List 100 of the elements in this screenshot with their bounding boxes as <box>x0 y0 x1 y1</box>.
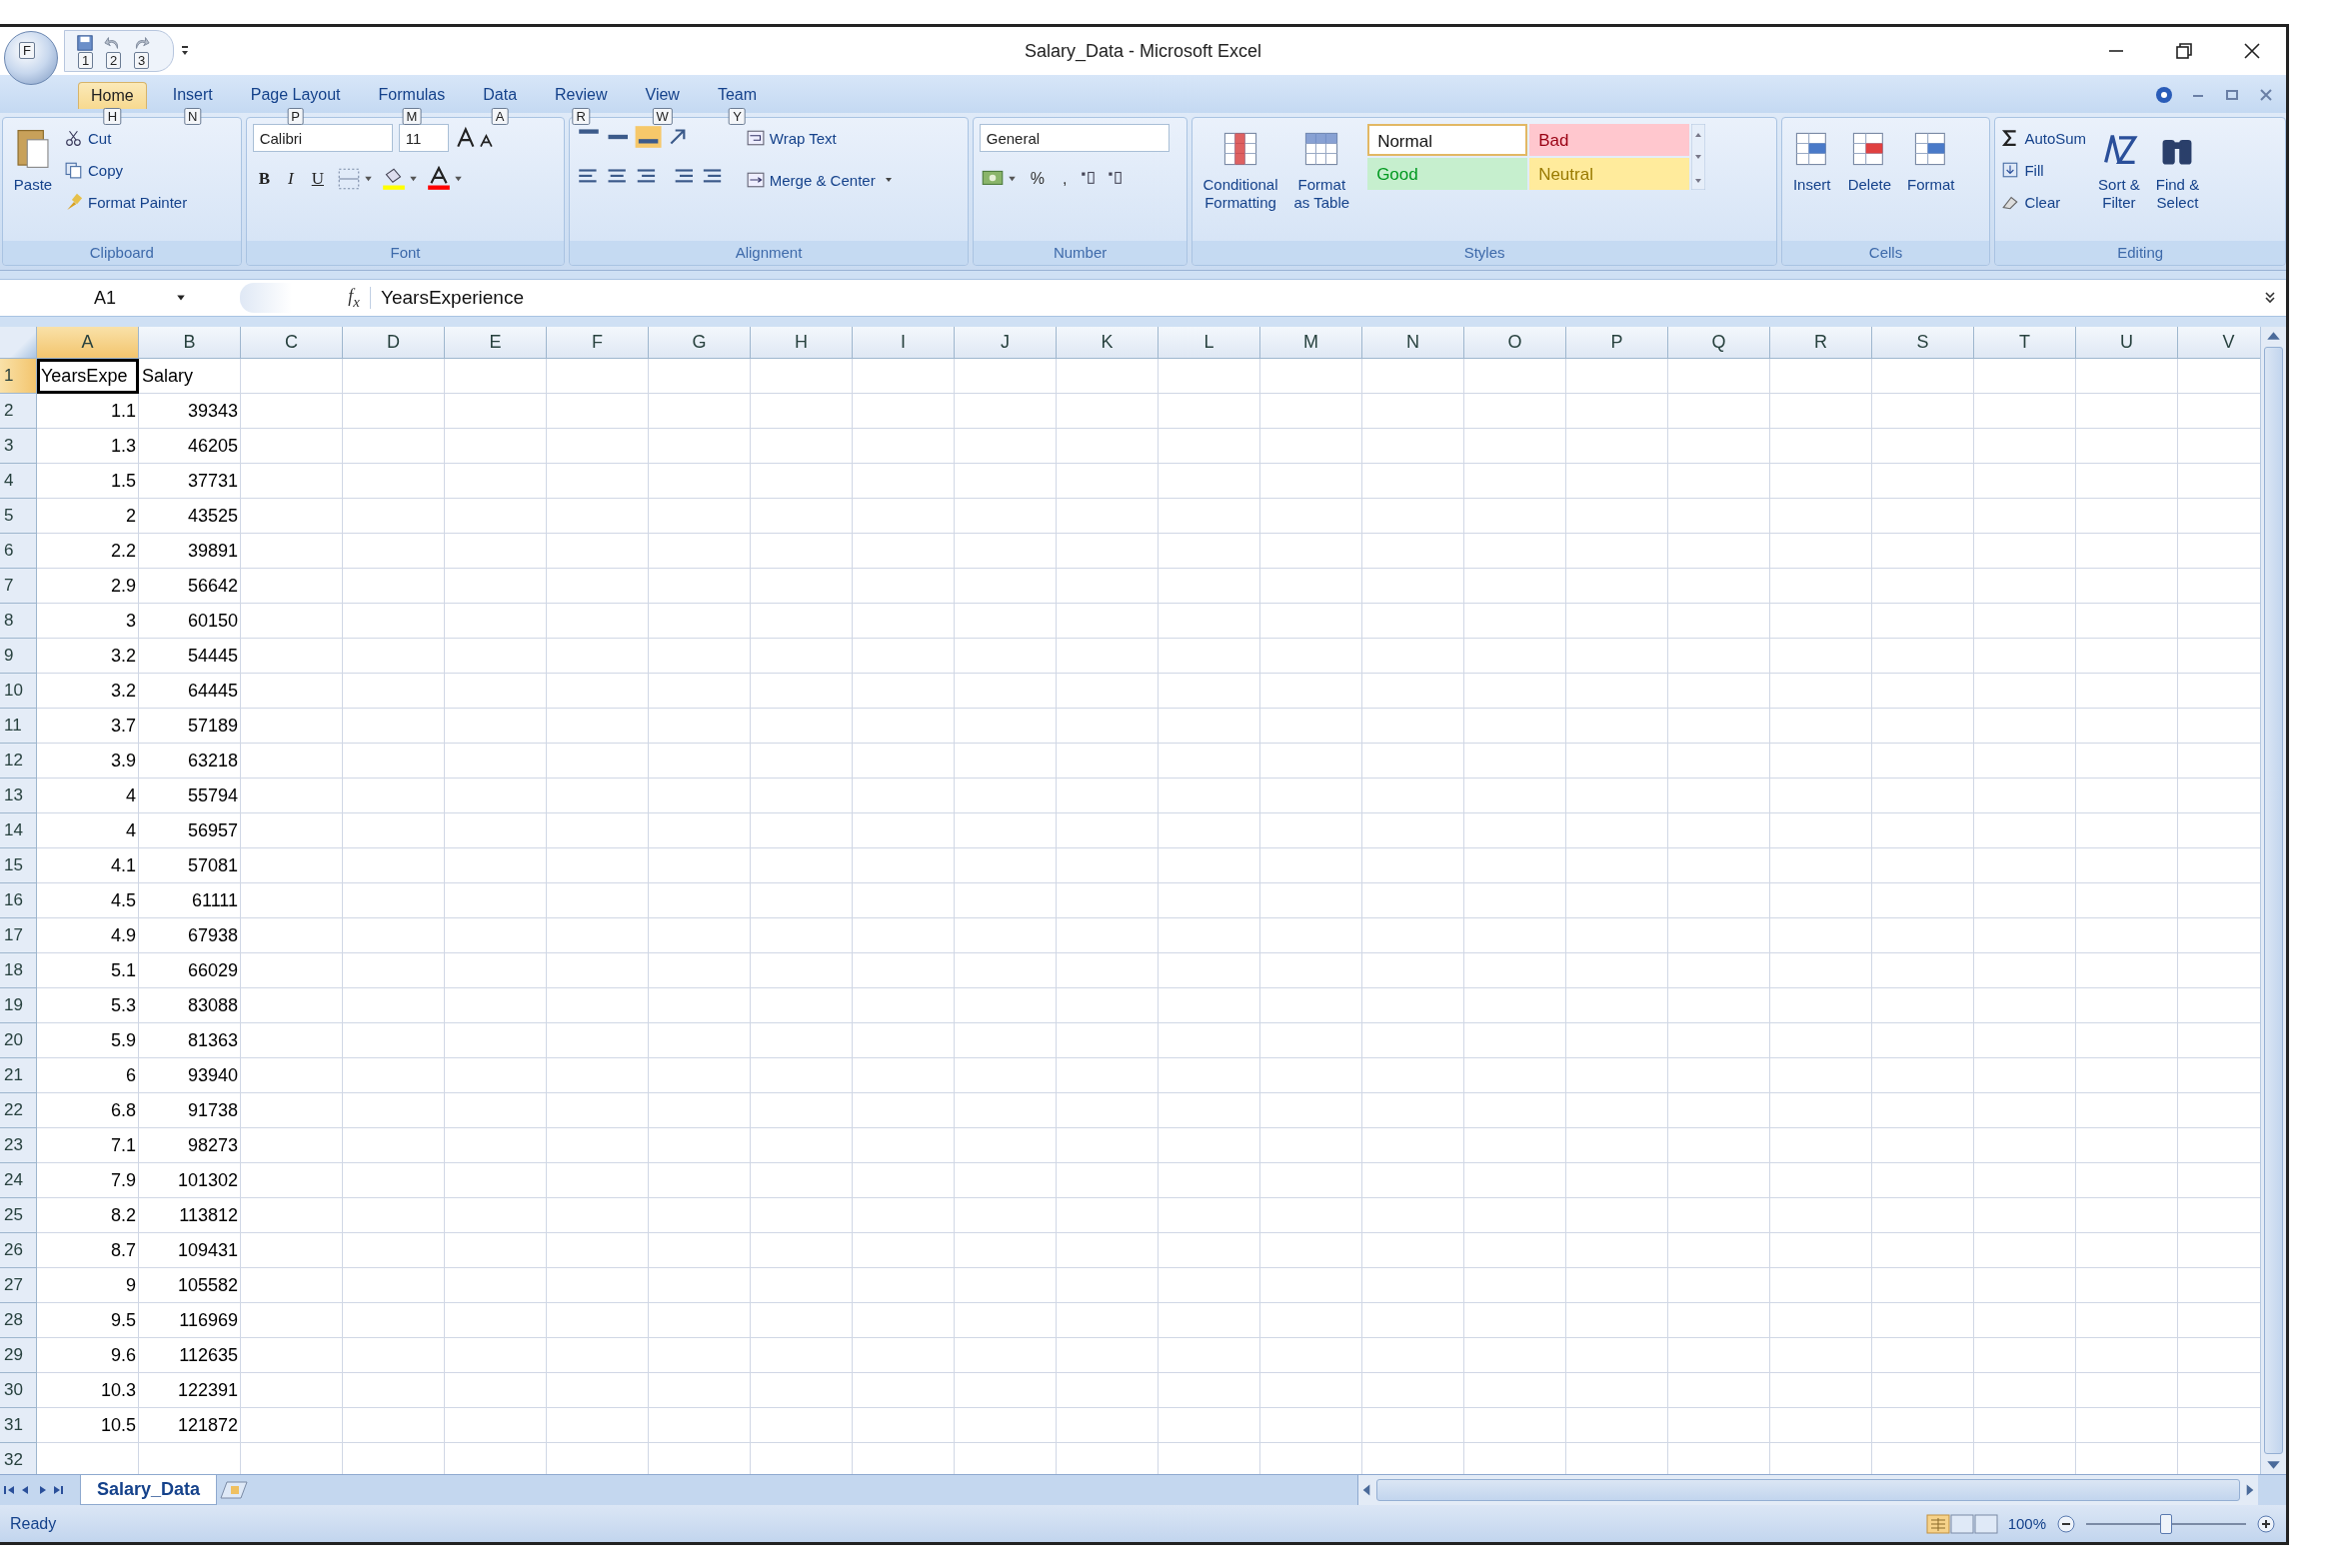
font-size-dropdown[interactable]: 11 <box>398 124 449 152</box>
row-header[interactable]: 13 <box>0 779 37 813</box>
cut-button[interactable]: Cut <box>65 124 188 152</box>
save-icon[interactable] <box>75 34 95 52</box>
font-name-dropdown[interactable]: Calibri <box>252 124 393 152</box>
merge-center-button[interactable]: Merge & Center <box>746 166 893 194</box>
ribbon-tab[interactable]: Data <box>471 82 530 108</box>
table-cell[interactable]: 4.9 <box>37 918 139 953</box>
row-header[interactable]: 8 <box>0 604 37 639</box>
column-header[interactable]: O <box>1464 327 1566 359</box>
row-header[interactable]: 11 <box>0 709 37 744</box>
sheet-tab[interactable]: Salary_Data <box>80 1475 218 1505</box>
table-cell[interactable]: 4.5 <box>37 883 139 918</box>
row-header[interactable]: 6 <box>0 534 37 569</box>
table-cell[interactable]: 7.1 <box>37 1128 139 1163</box>
zoom-level[interactable]: 100% <box>2007 1515 2046 1532</box>
ribbon-tab[interactable]: Formulas <box>366 82 458 108</box>
zoom-out-icon[interactable] <box>2056 1513 2076 1534</box>
table-cell[interactable]: 93940 <box>139 1058 241 1093</box>
table-cell[interactable]: 3.9 <box>37 744 139 779</box>
table-cell[interactable]: 6 <box>37 1058 139 1093</box>
table-cell[interactable]: 91738 <box>139 1093 241 1128</box>
scroll-thumb[interactable] <box>1376 1479 2240 1501</box>
row-header[interactable]: 21 <box>0 1058 37 1093</box>
name-box[interactable]: A1 <box>0 287 240 309</box>
row-header[interactable]: 17 <box>0 918 37 953</box>
table-cell[interactable]: 6.8 <box>37 1093 139 1128</box>
row-header[interactable]: 4 <box>0 464 37 499</box>
table-cell[interactable]: 5.1 <box>37 953 139 988</box>
column-header[interactable]: F <box>547 327 649 359</box>
table-cell[interactable]: 109431 <box>139 1233 241 1268</box>
row-header[interactable]: 30 <box>0 1373 37 1408</box>
format-cells-button[interactable]: Format <box>1903 124 1959 196</box>
table-cell[interactable]: 3.7 <box>37 709 139 744</box>
table-cell[interactable]: 4 <box>37 813 139 848</box>
column-header[interactable]: K <box>1057 327 1159 359</box>
table-cell[interactable]: 2.2 <box>37 534 139 569</box>
row-header[interactable]: 25 <box>0 1198 37 1233</box>
number-style-button[interactable]: , <box>1056 170 1074 188</box>
slider-thumb[interactable] <box>2160 1513 2172 1534</box>
column-header[interactable]: G <box>649 327 751 359</box>
row-header[interactable]: 10 <box>0 674 37 709</box>
table-cell[interactable]: 63218 <box>139 744 241 779</box>
cell-style[interactable]: Normal <box>1367 124 1528 156</box>
row-header[interactable]: 3 <box>0 429 37 464</box>
table-cell[interactable]: 9.5 <box>37 1303 139 1338</box>
table-cell[interactable]: 8.7 <box>37 1233 139 1268</box>
ribbon-tab[interactable]: Insert <box>160 82 225 108</box>
table-cell[interactable]: 60150 <box>139 604 241 639</box>
row-header[interactable]: 14 <box>0 813 37 848</box>
paste-button[interactable]: Paste <box>9 124 57 196</box>
row-header[interactable]: 2 <box>0 394 37 429</box>
table-cell[interactable]: 66029 <box>139 953 241 988</box>
table-cell[interactable]: 83088 <box>139 988 241 1023</box>
horizontal-scrollbar[interactable] <box>1357 1475 2258 1505</box>
table-cell[interactable]: 5.9 <box>37 1023 139 1058</box>
row-header[interactable]: 19 <box>0 988 37 1023</box>
help-icon[interactable] <box>2154 85 2174 105</box>
formula-field[interactable]: YearsExperience <box>370 287 2262 309</box>
row-header[interactable]: 26 <box>0 1233 37 1268</box>
ribbon-tab[interactable]: Review <box>543 82 620 108</box>
table-cell[interactable]: 1.1 <box>37 394 139 429</box>
table-cell[interactable]: 112635 <box>139 1338 241 1373</box>
table-cell[interactable]: 2.9 <box>37 569 139 604</box>
row-header[interactable]: 28 <box>0 1303 37 1338</box>
row-header[interactable]: 5 <box>0 499 37 534</box>
column-header[interactable]: C <box>241 327 343 359</box>
column-header[interactable]: Q <box>1668 327 1770 359</box>
table-cell[interactable]: 98273 <box>139 1128 241 1163</box>
cell-style[interactable]: Bad <box>1529 124 1690 156</box>
table-cell[interactable]: 1.5 <box>37 464 139 499</box>
table-cell[interactable]: 57189 <box>139 709 241 744</box>
row-header[interactable]: 1 <box>0 359 37 394</box>
font-style-button[interactable]: B <box>252 167 277 191</box>
autosum-button[interactable]: AutoSum <box>2001 124 2087 152</box>
office-button[interactable]: F <box>4 31 58 85</box>
row-header[interactable]: 20 <box>0 1023 37 1058</box>
ribbon-tab[interactable]: Page Layout <box>238 82 353 108</box>
column-header[interactable]: V <box>2178 327 2260 359</box>
table-cell[interactable]: 56957 <box>139 813 241 848</box>
table-cell[interactable]: Salary <box>139 359 241 394</box>
row-header[interactable]: 27 <box>0 1268 37 1303</box>
row-header[interactable]: 23 <box>0 1128 37 1163</box>
table-cell[interactable]: 116969 <box>139 1303 241 1338</box>
column-header[interactable]: P <box>1566 327 1668 359</box>
table-cell[interactable]: 10.3 <box>37 1373 139 1408</box>
table-cell[interactable]: 3.2 <box>37 639 139 674</box>
row-header[interactable]: 24 <box>0 1163 37 1198</box>
table-cell[interactable]: 67938 <box>139 918 241 953</box>
column-header[interactable]: A <box>37 327 139 359</box>
table-cell[interactable]: 121872 <box>139 1408 241 1443</box>
table-cell[interactable]: 4.1 <box>37 848 139 883</box>
delete-cells-button[interactable]: Delete <box>1843 124 1896 196</box>
row-header[interactable]: 31 <box>0 1408 37 1443</box>
table-cell[interactable]: 10.5 <box>37 1408 139 1443</box>
table-cell[interactable]: 9.6 <box>37 1338 139 1373</box>
fill-button[interactable]: Fill <box>2001 156 2087 184</box>
table-cell[interactable]: 64445 <box>139 674 241 709</box>
ribbon-tab[interactable]: Team <box>705 82 770 108</box>
table-cell[interactable]: 113812 <box>139 1198 241 1233</box>
